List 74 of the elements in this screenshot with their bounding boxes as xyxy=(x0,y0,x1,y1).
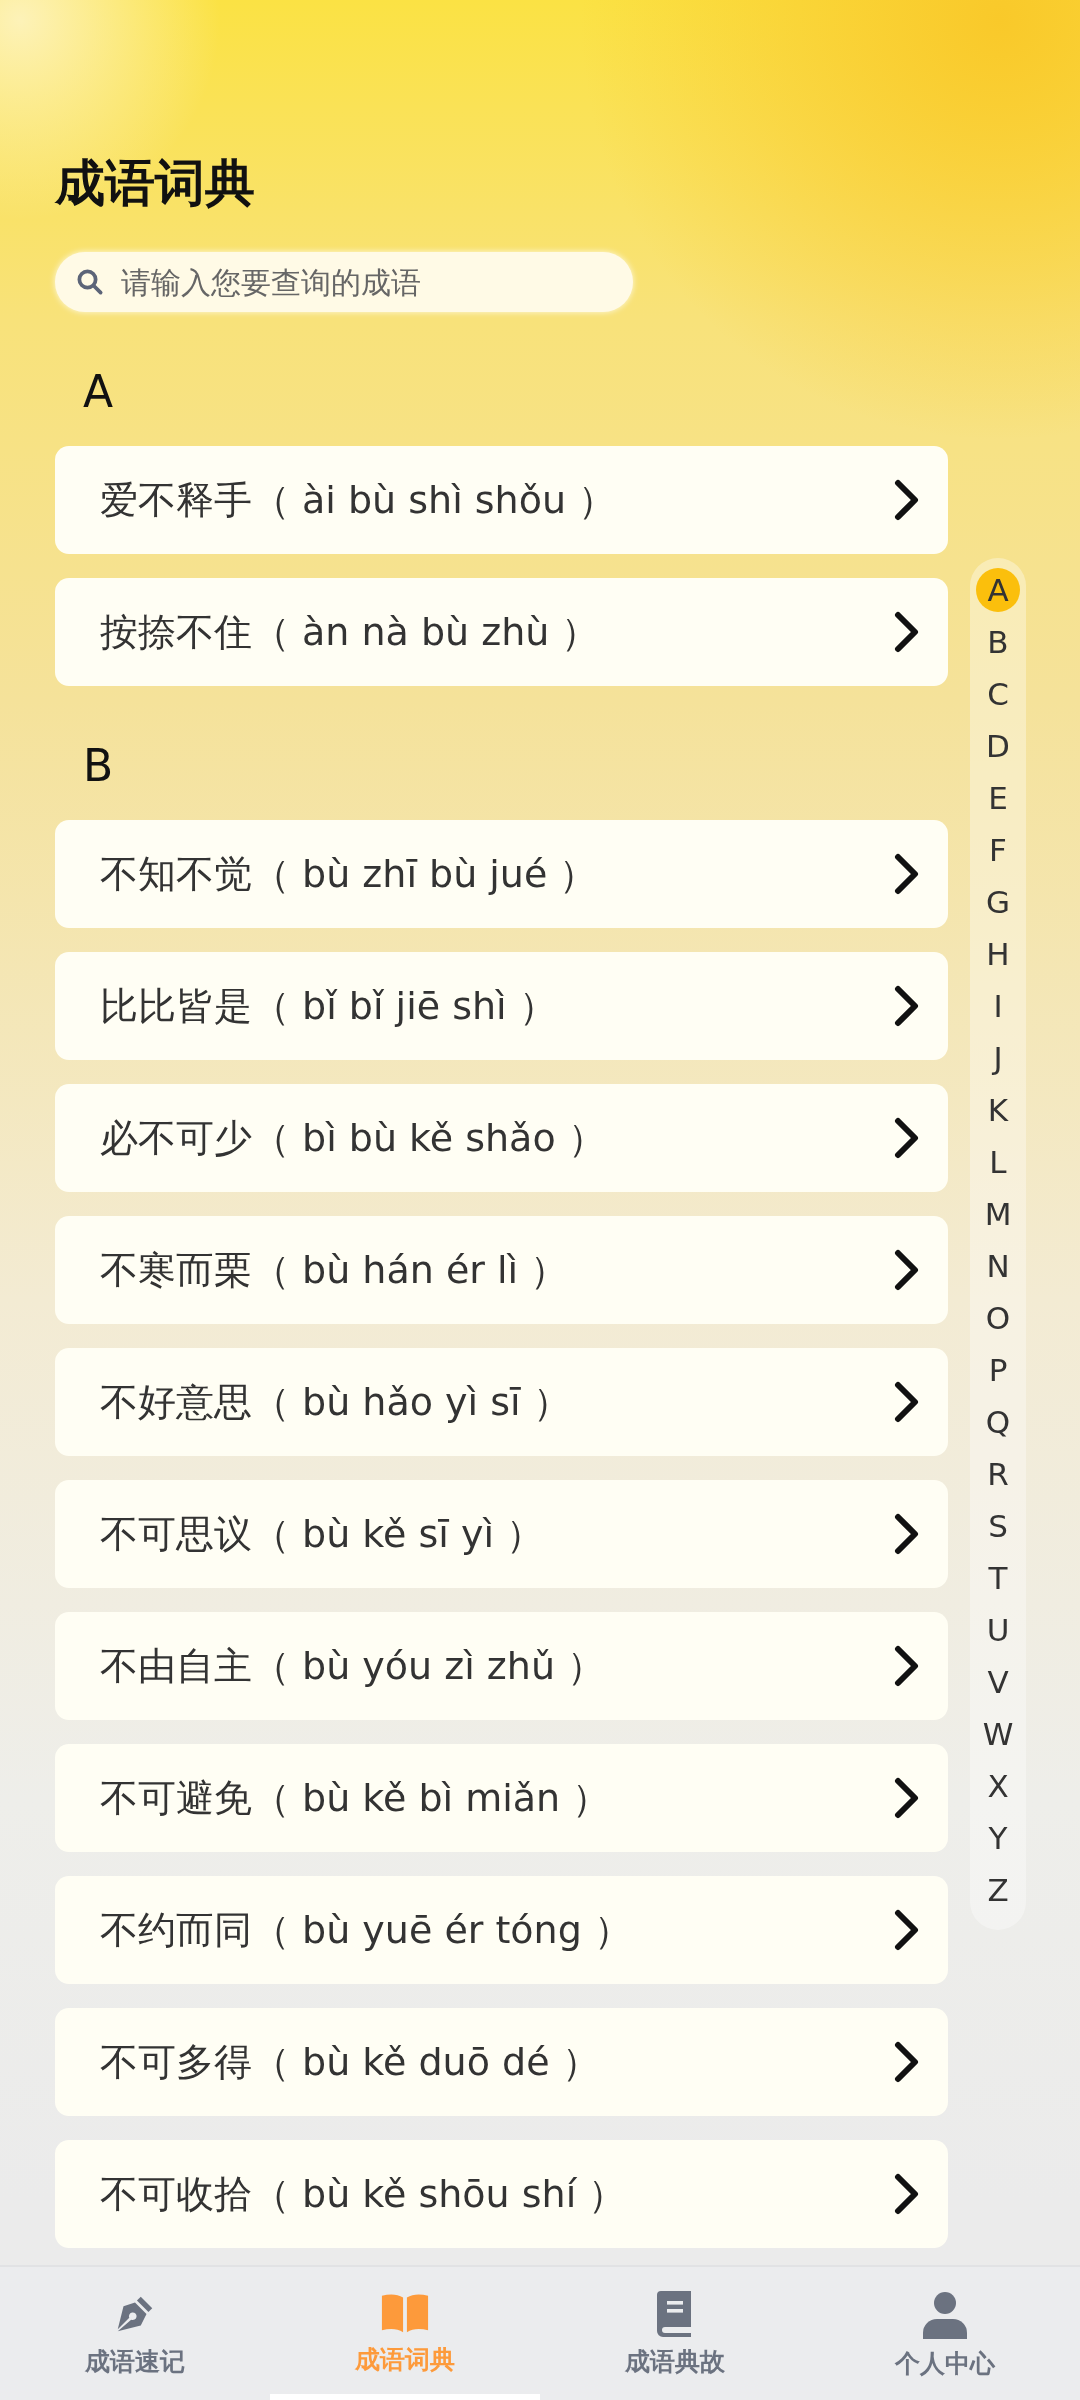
index-letter[interactable]: M xyxy=(976,1192,1020,1236)
idiom-text: 按捺不住（ àn nà bù zhù ） xyxy=(100,608,600,656)
nav-tab[interactable]: 成语典故 xyxy=(540,2267,810,2392)
idiom-text: 必不可少（ bì bù kě shǎo ） xyxy=(100,1114,606,1162)
index-letter[interactable]: A xyxy=(976,568,1020,612)
index-letter[interactable]: C xyxy=(976,672,1020,716)
chevron-right-icon xyxy=(894,1513,920,1555)
index-letter[interactable]: S xyxy=(976,1504,1020,1548)
index-letter[interactable]: K xyxy=(976,1088,1020,1132)
chevron-right-icon xyxy=(894,2041,920,2083)
index-letter[interactable]: I xyxy=(976,984,1020,1028)
idiom-item[interactable]: 按捺不住（ àn nà bù zhù ） xyxy=(55,578,948,686)
index-letter[interactable]: R xyxy=(976,1452,1020,1496)
index-letter[interactable]: O xyxy=(976,1296,1020,1340)
idiom-item[interactable]: 不约而同（ bù yuē ér tóng ） xyxy=(55,1876,948,1984)
chevron-right-icon xyxy=(894,1249,920,1291)
chevron-right-icon xyxy=(894,1117,920,1159)
index-letter[interactable]: Y xyxy=(976,1816,1020,1860)
section-letter: A xyxy=(83,365,114,419)
chevron-right-icon xyxy=(894,1645,920,1687)
index-letter[interactable]: H xyxy=(976,932,1020,976)
section-letter: B xyxy=(83,739,114,793)
nav-tab[interactable]: 成语速记 xyxy=(0,2267,270,2392)
idiom-item[interactable]: 不可多得（ bù kě duō dé ） xyxy=(55,2008,948,2116)
index-letter[interactable]: D xyxy=(976,724,1020,768)
chevron-right-icon xyxy=(894,985,920,1027)
chevron-right-icon xyxy=(894,611,920,653)
open-book-icon xyxy=(380,2291,430,2335)
idiom-item[interactable]: 不可思议（ bù kě sī yì ） xyxy=(55,1480,948,1588)
index-letter[interactable]: F xyxy=(976,828,1020,872)
idiom-text: 不约而同（ bù yuē ér tóng ） xyxy=(100,1906,632,1954)
idiom-item[interactable]: 比比皆是（ bǐ bǐ jiē shì ） xyxy=(55,952,948,1060)
idiom-text: 比比皆是（ bǐ bǐ jiē shì ） xyxy=(100,982,557,1030)
idiom-item[interactable]: 爱不释手（ ài bù shì shǒu ） xyxy=(55,446,948,554)
idiom-text: 不可避免（ bù kě bì miǎn ） xyxy=(100,1774,611,1822)
idiom-item[interactable]: 不知不觉（ bù zhī bù jué ） xyxy=(55,820,948,928)
index-letter[interactable]: U xyxy=(976,1608,1020,1652)
nav-tab[interactable]: 个人中心 xyxy=(810,2267,1080,2392)
index-letter[interactable]: Q xyxy=(976,1400,1020,1444)
idiom-item[interactable]: 不寒而栗（ bù hán ér lì ） xyxy=(55,1216,948,1324)
index-letter[interactable]: X xyxy=(976,1764,1020,1808)
idiom-item[interactable]: 不由自主（ bù yóu zì zhǔ ） xyxy=(55,1612,948,1720)
idiom-item[interactable]: 不可收拾（ bù kě shōu shí ） xyxy=(55,2140,948,2248)
index-letter[interactable]: Z xyxy=(976,1868,1020,1912)
index-letter[interactable]: L xyxy=(976,1140,1020,1184)
search-field[interactable]: 请输入您要查询的成语 xyxy=(55,252,633,312)
index-letter[interactable]: E xyxy=(976,776,1020,820)
index-letter[interactable]: W xyxy=(976,1712,1020,1756)
idiom-text: 不好意思（ bù hǎo yì sī ） xyxy=(100,1378,571,1426)
idiom-text: 不由自主（ bù yóu zì zhǔ ） xyxy=(100,1642,606,1690)
index-letter[interactable]: B xyxy=(976,620,1020,664)
index-letter[interactable]: N xyxy=(976,1244,1020,1288)
person-icon xyxy=(923,2291,967,2339)
page-title: 成语词典 xyxy=(55,153,256,214)
idiom-text: 不知不觉（ bù zhī bù jué ） xyxy=(100,850,598,898)
idiom-text: 不可多得（ bù kě duō dé ） xyxy=(100,2038,600,2086)
chevron-right-icon xyxy=(894,853,920,895)
idiom-item[interactable]: 不好意思（ bù hǎo yì sī ） xyxy=(55,1348,948,1456)
index-letter[interactable]: G xyxy=(976,880,1020,924)
chevron-right-icon xyxy=(894,1909,920,1951)
idiom-text: 不寒而栗（ bù hán ér lì ） xyxy=(100,1246,569,1294)
index-letter[interactable]: P xyxy=(976,1348,1020,1392)
chevron-right-icon xyxy=(894,1381,920,1423)
index-letter[interactable]: J xyxy=(976,1036,1020,1080)
index-letter[interactable]: T xyxy=(976,1556,1020,1600)
chevron-right-icon xyxy=(894,1777,920,1819)
index-letter[interactable]: V xyxy=(976,1660,1020,1704)
chevron-right-icon xyxy=(894,2173,920,2215)
chevron-right-icon xyxy=(894,479,920,521)
idiom-item[interactable]: 不可避免（ bù kě bì miǎn ） xyxy=(55,1744,948,1852)
idiom-text: 不可收拾（ bù kě shōu shí ） xyxy=(100,2170,627,2218)
idiom-text: 不可思议（ bù kě sī yì ） xyxy=(100,1510,545,1558)
idiom-item[interactable]: 必不可少（ bì bù kě shǎo ） xyxy=(55,1084,948,1192)
idiom-text: 爱不释手（ ài bù shì shǒu ） xyxy=(100,476,617,524)
